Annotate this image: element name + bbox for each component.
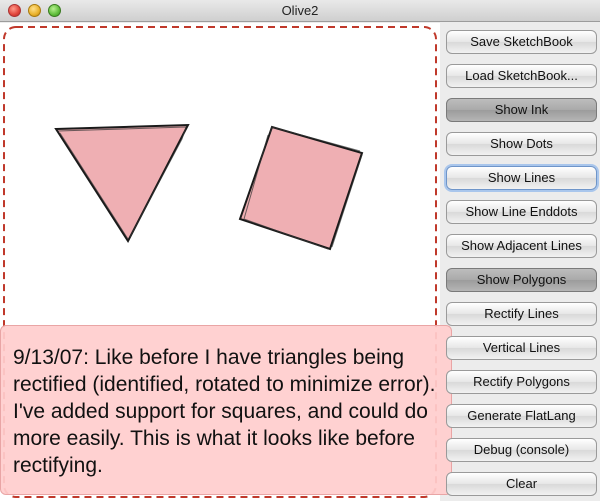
load-sketchbook-button[interactable]: Load SketchBook... <box>446 64 597 88</box>
window-title: Olive2 <box>281 3 319 18</box>
title-bar[interactable]: Olive2 <box>0 0 600 22</box>
square-fill <box>238 125 364 251</box>
annotation-text: 9/13/07: Like before I have triangles be… <box>13 346 436 477</box>
square-shape[interactable] <box>238 125 364 251</box>
triangle-fill <box>54 123 190 243</box>
app-window: Olive2 9/13/07: Like before I have trian… <box>0 0 600 501</box>
show-ink-button[interactable]: Show Ink <box>446 98 597 122</box>
show-adjacent-lines-button[interactable]: Show Adjacent Lines <box>446 234 597 258</box>
save-sketchbook-button[interactable]: Save SketchBook <box>446 30 597 54</box>
show-line-enddots-button[interactable]: Show Line Enddots <box>446 200 597 224</box>
rectify-polygons-button[interactable]: Rectify Polygons <box>446 370 597 394</box>
generate-flatlang-button[interactable]: Generate FlatLang <box>446 404 597 428</box>
vertical-lines-button[interactable]: Vertical Lines <box>446 336 597 360</box>
triangle-shape[interactable] <box>54 123 190 243</box>
debug-console-button[interactable]: Debug (console) <box>446 438 597 462</box>
show-polygons-button[interactable]: Show Polygons <box>446 268 597 292</box>
clear-button[interactable]: Clear <box>446 472 597 496</box>
annotation-note: 9/13/07: Like before I have triangles be… <box>0 325 452 495</box>
rectify-lines-button[interactable]: Rectify Lines <box>446 302 597 326</box>
show-dots-button[interactable]: Show Dots <box>446 132 597 156</box>
show-lines-button[interactable]: Show Lines <box>446 166 597 190</box>
